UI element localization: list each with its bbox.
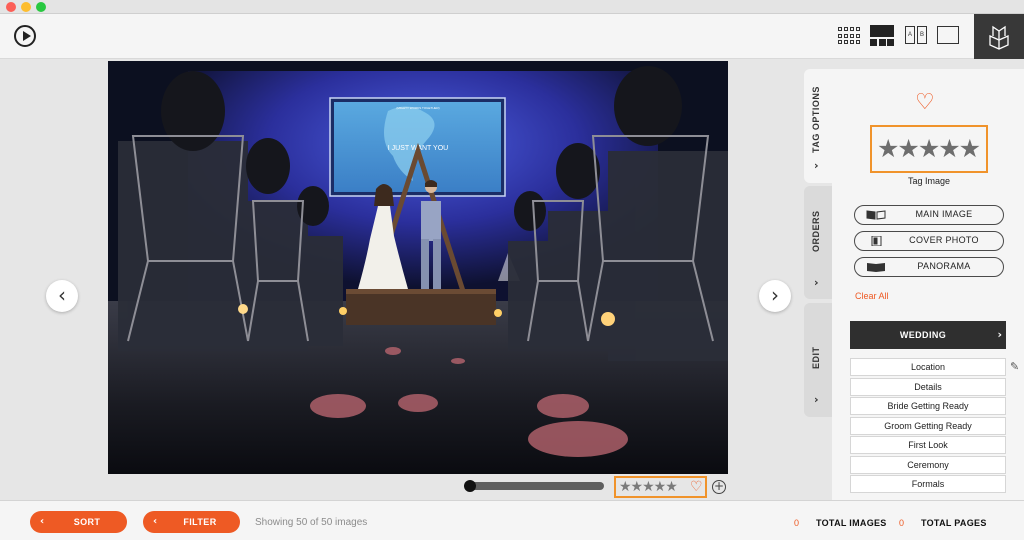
cover-page-icon: [871, 236, 882, 246]
chevron-right-icon: ›: [771, 283, 779, 307]
tag-options-panel: ♡ ★★★★★ Tag Image MAIN IMAGE COVER PHOTO…: [832, 69, 1024, 500]
chevron-right-icon: ›: [814, 159, 819, 172]
zoom-slider-track[interactable]: [468, 482, 604, 490]
single-view-icon[interactable]: [937, 25, 959, 47]
photo-viewer[interactable]: I JUST WANT YOU (MIGHTY WORDS TOGETHER): [108, 61, 728, 474]
album-wedding-label: WEDDING: [899, 330, 947, 340]
clear-all-link[interactable]: Clear All: [855, 291, 889, 301]
chevron-right-icon: ›: [814, 393, 819, 406]
main-image-label: MAIN IMAGE: [915, 209, 973, 219]
total-pages-count: 0: [899, 518, 905, 528]
tab-tag-options-label: TAG OPTIONS: [811, 86, 821, 153]
category-list: Location Details Bride Getting Ready Gro…: [850, 358, 1006, 495]
category-item-location[interactable]: Location: [850, 358, 1006, 376]
chevron-left-icon: ‹: [58, 283, 66, 307]
tab-edit-label: EDIT: [811, 346, 821, 369]
main-image-button[interactable]: MAIN IMAGE: [854, 205, 1004, 225]
sort-button[interactable]: ‹ SORT: [30, 511, 127, 533]
play-circle-icon[interactable]: [14, 25, 36, 47]
grid-view-icon[interactable]: [838, 25, 862, 47]
cover-photo-button[interactable]: COVER PHOTO: [854, 231, 1004, 251]
compare-view-icon[interactable]: A B: [905, 25, 927, 47]
sort-label: SORT: [73, 517, 101, 527]
image-count-status: Showing 50 of 50 images: [255, 517, 368, 528]
window-titlebar: [0, 0, 1024, 14]
previous-image-button[interactable]: ‹: [46, 280, 78, 312]
filter-button[interactable]: ‹ FILTER: [143, 511, 240, 533]
total-pages-label: TOTAL PAGES: [921, 518, 987, 528]
next-image-button[interactable]: ›: [759, 280, 791, 312]
filmstrip-view-icon[interactable]: [870, 25, 894, 47]
heart-icon[interactable]: ♡: [915, 90, 935, 115]
tab-orders[interactable]: ORDERS ›: [804, 186, 832, 299]
chevron-right-icon: ›: [814, 276, 819, 289]
zoom-window-icon[interactable]: [36, 2, 46, 12]
star-rating-icons[interactable]: ★★★★★: [619, 478, 678, 496]
book-icon[interactable]: [974, 14, 1024, 59]
close-window-icon[interactable]: [6, 2, 16, 12]
star-rating-icons[interactable]: ★★★★★: [877, 134, 981, 164]
compare-a-label: A: [905, 26, 915, 44]
category-item-formals[interactable]: Formals: [850, 475, 1006, 493]
tab-tag-options[interactable]: TAG OPTIONS ›: [804, 69, 832, 183]
screen-subtitle-text: (MIGHTY WORDS TOGETHER): [396, 106, 439, 110]
total-images-label: TOTAL IMAGES: [816, 518, 887, 528]
heart-icon[interactable]: ♡: [690, 478, 703, 496]
bottom-bar: ‹ SORT ‹ FILTER Showing 50 of 50 images …: [0, 500, 1024, 540]
zoom-slider-handle[interactable]: [464, 480, 476, 492]
panorama-button[interactable]: PANORAMA: [854, 257, 1004, 277]
compare-b-label: B: [917, 26, 927, 44]
category-item-bride-getting-ready[interactable]: Bride Getting Ready: [850, 397, 1006, 415]
tag-image-rating[interactable]: ★★★★★: [870, 125, 988, 173]
image-rating-inline[interactable]: ★★★★★ ♡: [614, 476, 707, 498]
tab-orders-label: ORDERS: [811, 210, 821, 252]
cover-photo-label: COVER PHOTO: [909, 235, 979, 245]
panorama-icon: [867, 263, 885, 272]
top-toolbar: A B: [0, 14, 1024, 59]
tag-image-label: Tag Image: [907, 176, 951, 186]
chevron-left-icon: ‹: [153, 516, 158, 527]
side-tab-strip: TAG OPTIONS › ORDERS › EDIT ›: [804, 69, 832, 500]
album-wedding-button[interactable]: WEDDING ›: [850, 321, 1006, 349]
category-item-first-look[interactable]: First Look: [850, 436, 1006, 454]
pencil-icon[interactable]: ✎: [1010, 360, 1019, 373]
total-images-count: 0: [794, 518, 800, 528]
category-item-groom-getting-ready[interactable]: Groom Getting Ready: [850, 416, 1006, 435]
chevron-left-icon: ‹: [40, 516, 45, 527]
tab-edit[interactable]: EDIT ›: [804, 303, 832, 417]
add-circle-icon[interactable]: +: [712, 480, 726, 494]
category-item-ceremony[interactable]: Ceremony: [850, 455, 1006, 474]
open-book-icon: [866, 210, 886, 220]
category-item-details[interactable]: Details: [850, 377, 1006, 396]
panorama-label: PANORAMA: [917, 261, 971, 271]
minimize-window-icon[interactable]: [21, 2, 31, 12]
chevron-right-icon: ›: [997, 328, 1002, 341]
filter-label: FILTER: [183, 517, 217, 527]
